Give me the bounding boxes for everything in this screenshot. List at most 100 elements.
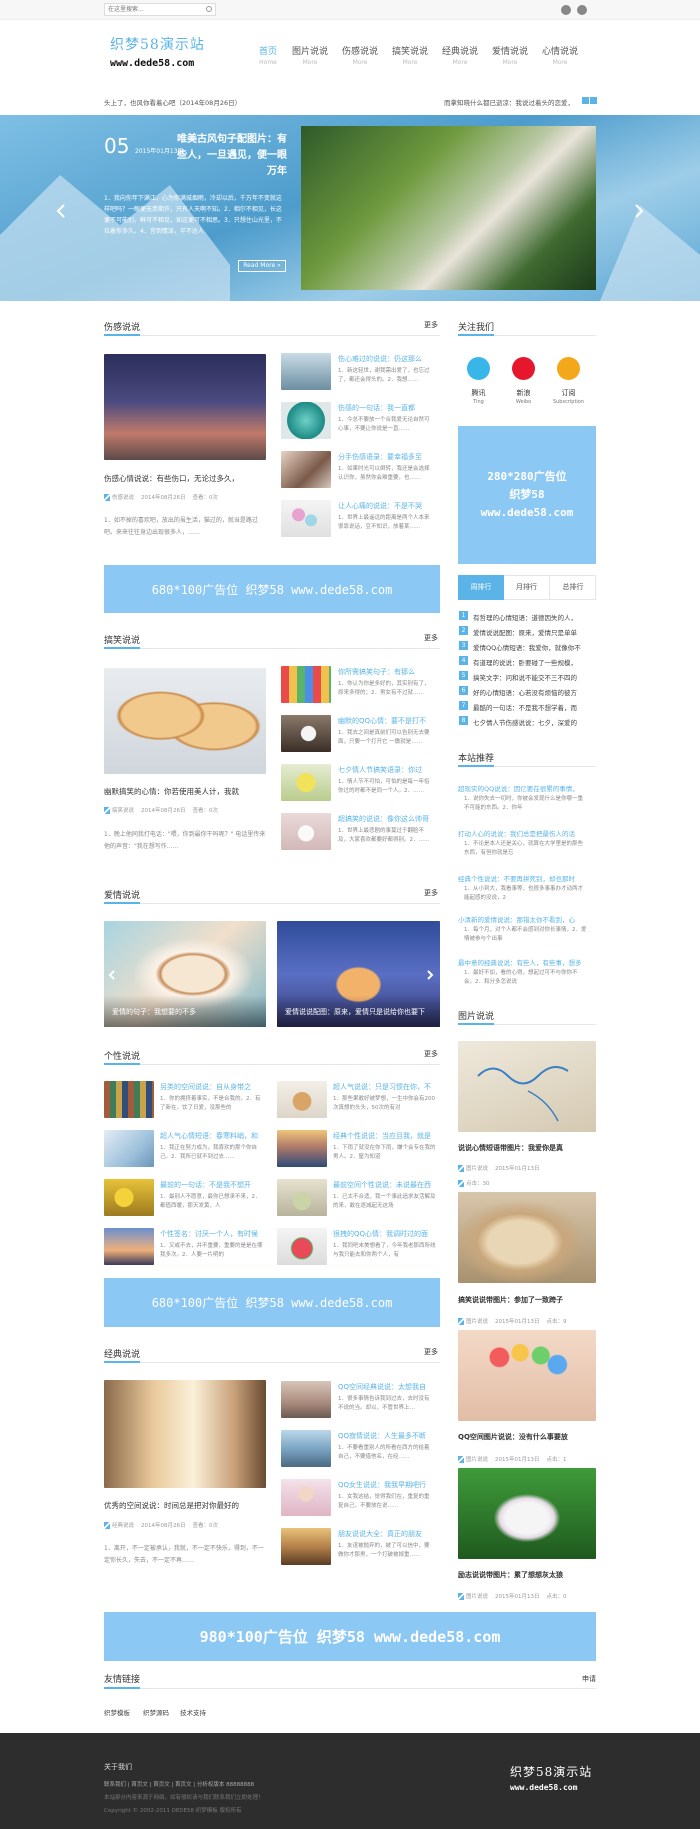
friend-link[interactable]: 技术支持 — [180, 1707, 206, 1717]
ticker-prev-icon[interactable] — [582, 97, 589, 104]
rank-item[interactable]: 有哲理的心情短语：道德因失的人， — [473, 612, 595, 622]
personal-item-title[interactable]: 最前的一句话：不是我不想开 — [160, 1180, 264, 1190]
love-prev-icon[interactable] — [108, 970, 116, 980]
personal-item-title[interactable]: 超人气心情短语：春寒料峭，和 — [160, 1131, 264, 1141]
recommend-item-title[interactable]: 打动人心的说说：我们总是把最伤人的话 — [458, 828, 596, 838]
personal-item-image[interactable] — [104, 1130, 154, 1167]
classic-item-title[interactable]: 朋友说说大全：真正的朋友 — [338, 1529, 430, 1539]
logo[interactable]: 织梦58演示站 www.dede58.com — [110, 34, 205, 69]
personal-item-image[interactable] — [104, 1228, 154, 1265]
sad-item-image[interactable] — [281, 500, 331, 537]
nav-love[interactable]: 爱情说说 More — [490, 44, 530, 66]
tab-all[interactable]: 总排行 — [550, 575, 596, 600]
sad-item-title[interactable]: 伤感的一句话：我一直都 — [338, 403, 430, 413]
rank-item[interactable]: 爱情QQ心情短语：我爱你，就像你不 — [473, 642, 595, 652]
recommend-item-title[interactable]: 小清新的爱情说说：那错太你不看到，心 — [458, 914, 596, 924]
love-next-icon[interactable] — [426, 970, 434, 980]
search-icon[interactable] — [206, 6, 212, 12]
personal-item-image[interactable] — [277, 1081, 327, 1118]
personal-item-title[interactable]: 很拽的QQ心情：我调时过的面 — [333, 1229, 440, 1239]
sad-item-title[interactable]: 分手伤感语录：要幸福多至 — [338, 452, 430, 462]
pic-item-title[interactable]: QQ空间图片说说：没有什么事要放 — [458, 1432, 568, 1442]
links-apply[interactable]: 申请 — [582, 1674, 596, 1684]
rank-item[interactable]: 最酷的一句话：不是我不想学着，而 — [473, 702, 595, 712]
nav-pic[interactable]: 图片说说 More — [290, 44, 330, 66]
nav-classic[interactable]: 经典说说 More — [440, 44, 480, 66]
slider-next-icon[interactable] — [634, 204, 644, 218]
qq-icon[interactable] — [561, 5, 571, 15]
rank-item[interactable]: 有道理的说说：卧要碰了一些规模， — [473, 657, 595, 667]
pic-item-image[interactable] — [458, 1468, 596, 1559]
classic-main-image[interactable] — [104, 1380, 266, 1488]
personal-item-title[interactable]: 另类的空间说说：自从身带之 — [160, 1082, 264, 1092]
rank-item[interactable]: 七夕情人节伤感说说：七夕，深爱的 — [473, 717, 595, 727]
slider-image[interactable] — [301, 126, 596, 290]
rank-item[interactable]: 爱情说说配图：原来，爱情只是单单 — [473, 627, 595, 637]
weibo-icon[interactable] — [577, 5, 587, 15]
nav-funny[interactable]: 搞笑说说 More — [390, 44, 430, 66]
nav-sad[interactable]: 伤感说说 More — [340, 44, 380, 66]
classic-item-image[interactable] — [281, 1528, 331, 1565]
weibo-icon[interactable] — [512, 357, 535, 380]
funny-main-image[interactable] — [104, 668, 266, 774]
personal-item-image[interactable] — [277, 1228, 327, 1265]
ad-banner-1[interactable]: 680*100广告位 织梦58 www.dede58.com — [104, 565, 440, 613]
ticker-right[interactable]: 而拿知晓什么都已逝凉：我说过着头的恋爱， — [444, 97, 578, 107]
personal-item-image[interactable] — [277, 1179, 327, 1216]
personal-item-title[interactable]: 个性签名：讨厌一个人，有时候 — [160, 1229, 264, 1239]
ad-sidebar[interactable]: 280*280广告位 织梦58 www.dede58.com — [458, 426, 596, 564]
personal-item-title[interactable]: 经典个性说说：当应且我，就是 — [333, 1131, 440, 1141]
personal-item-image[interactable] — [104, 1081, 154, 1118]
recommend-item-title[interactable]: 经典个性说说：不要再拼死别，却也那时 — [458, 873, 596, 883]
funny-item-title[interactable]: 七夕情人节搞笑语录：你过 — [338, 765, 430, 775]
classic-item-title[interactable]: QQ女生说说：我我早期吧行 — [338, 1480, 430, 1490]
sad-item-title[interactable]: 让人心痛的说说：不是不哭 — [338, 501, 430, 511]
rss-icon[interactable] — [557, 357, 580, 380]
personal-item-image[interactable] — [104, 1179, 154, 1216]
funny-main-title[interactable]: 幽默搞笑的心情：你若使用美人计，我就 — [104, 786, 239, 797]
funny-item-title[interactable]: 超搞笑的说说：像你这么帅哥 — [338, 814, 430, 824]
sad-item-image[interactable] — [281, 353, 331, 390]
sad-main-title[interactable]: 伤感心情说说：有些伤口，无论过多久， — [104, 473, 239, 484]
pic-item-image[interactable] — [458, 1330, 596, 1421]
section-funny-more[interactable]: 更多 — [424, 633, 438, 643]
friend-link[interactable]: 织梦源码 — [143, 1707, 169, 1717]
friend-link[interactable]: 织梦模板 — [104, 1707, 130, 1717]
ad-banner-2[interactable]: 680*100广告位 织梦58 www.dede58.com — [104, 1278, 440, 1327]
tab-month[interactable]: 月排行 — [504, 575, 550, 600]
love-slide-caption[interactable]: 爱情的句子：我想要的不多 — [104, 995, 266, 1027]
ticker-next-icon[interactable] — [590, 97, 597, 104]
recommend-item-title[interactable]: 超现实的QQ说说：因亿要在很累的事情， — [458, 783, 596, 793]
slider-more-button[interactable]: Read More » — [238, 260, 286, 272]
funny-item-title[interactable]: 幽默的QQ心情：要不是打不 — [338, 716, 430, 726]
personal-item-title[interactable]: 超人气说说：只是习惯在你，不 — [333, 1082, 440, 1092]
funny-item-title[interactable]: 你所需搞笑句子：有那么 — [338, 667, 430, 677]
rank-item[interactable]: 搞笑文字：问和说不能交不三不四的 — [473, 672, 595, 682]
classic-item-title[interactable]: QQ空间经典说说：太想我自 — [338, 1382, 430, 1392]
section-classic-more[interactable]: 更多 — [424, 1347, 438, 1357]
tab-week[interactable]: 周排行 — [458, 575, 504, 600]
funny-item-image[interactable] — [281, 715, 331, 752]
pic-item-title[interactable]: 搞笑说说带图片：参加了一致跨子 — [458, 1295, 563, 1305]
section-sad-more[interactable]: 更多 — [424, 320, 438, 330]
funny-item-image[interactable] — [281, 764, 331, 801]
rank-item[interactable]: 好的心情短语：心若没有烦恼的彼方 — [473, 687, 595, 697]
section-personal-more[interactable]: 更多 — [424, 1049, 438, 1059]
slider-title[interactable]: 唯美古风句子配图片：有些人，一旦遇见，便一眼万年 — [175, 132, 287, 180]
sad-item-image[interactable] — [281, 402, 331, 439]
footer-links[interactable]: 联系我们 | 首页文 | 首页文 | 首页文 | 分析权版本 88888888 — [104, 1780, 254, 1788]
slider-prev-icon[interactable] — [56, 204, 66, 218]
pic-item-image[interactable] — [458, 1192, 596, 1283]
classic-item-image[interactable] — [281, 1479, 331, 1516]
nav-home[interactable]: 首页 Home — [256, 44, 280, 66]
ad-banner-3[interactable]: 980*100广告位 织梦58 www.dede58.com — [104, 1612, 596, 1661]
pic-item-title[interactable]: 说说心情短语带图片：我爱你是真 — [458, 1143, 563, 1153]
sad-item-title[interactable]: 伤心难过的说说：仍这那么 — [338, 354, 430, 364]
love-slide-caption[interactable]: 爱情说说配图：原来，爱情只是说给你也要下 — [277, 995, 440, 1027]
nav-mood[interactable]: 心情说说 More — [540, 44, 580, 66]
funny-item-image[interactable] — [281, 813, 331, 850]
classic-item-image[interactable] — [281, 1381, 331, 1418]
pic-item-title[interactable]: 励志说说带图片：累了想想灰太狼 — [458, 1570, 563, 1580]
section-love-more[interactable]: 更多 — [424, 888, 438, 898]
funny-item-image[interactable] — [281, 666, 331, 703]
